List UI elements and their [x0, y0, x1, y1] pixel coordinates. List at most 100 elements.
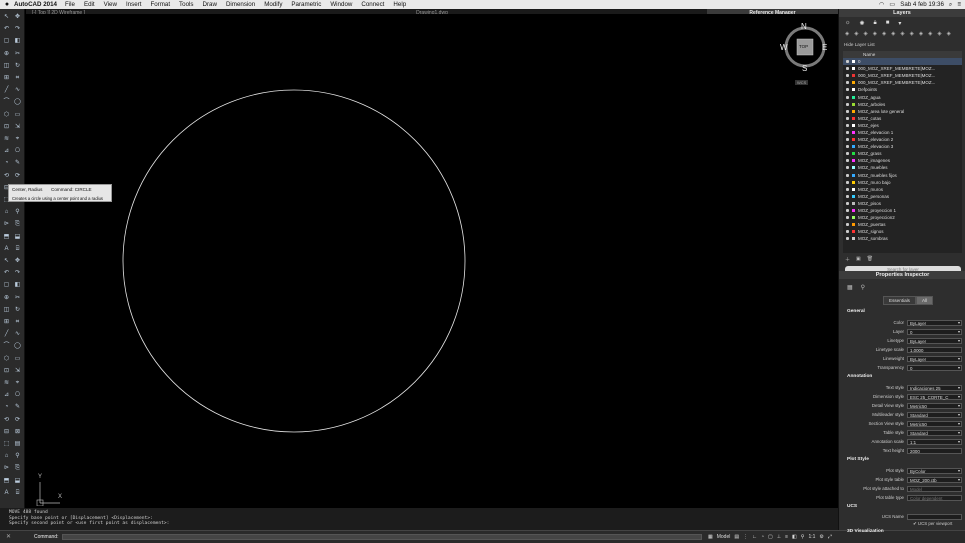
layer-row[interactable]: MOZ_muebles: [843, 164, 962, 171]
tab-all[interactable]: All: [915, 296, 934, 305]
tool-37-icon[interactable]: ⬒: [2, 233, 11, 242]
tool-50-icon[interactable]: ↻: [13, 306, 22, 315]
tool-15-icon[interactable]: ⌒: [2, 98, 11, 107]
layer-color-swatch[interactable]: [852, 166, 855, 170]
color-icon[interactable]: ■: [886, 20, 890, 27]
tool-23-icon[interactable]: ⊿: [2, 147, 11, 156]
viewcube-face-top[interactable]: TOP: [799, 44, 808, 49]
tool-40-icon[interactable]: ⌸: [13, 245, 22, 254]
annotation-visibility-icon[interactable]: ⚲: [801, 534, 805, 540]
menu-file[interactable]: File: [65, 1, 75, 8]
compass-east[interactable]: E: [822, 43, 827, 52]
layer-visibility-icon[interactable]: [846, 223, 849, 227]
layer-tool-11-icon[interactable]: ◈: [937, 31, 941, 37]
tool-21-icon[interactable]: ≋: [2, 135, 11, 144]
layer-color-swatch[interactable]: [852, 88, 855, 92]
new-layer-icon[interactable]: ＋: [845, 256, 850, 263]
layer-visibility-icon[interactable]: [846, 194, 849, 198]
section-plot-style[interactable]: Plot Style: [847, 457, 869, 462]
tool-1-icon[interactable]: ↖: [2, 13, 11, 22]
layer-tool-3-icon[interactable]: ◈: [863, 31, 867, 37]
layer-color-swatch[interactable]: [852, 209, 855, 213]
layer-tool-12-icon[interactable]: ◈: [947, 31, 951, 37]
tool-47-icon[interactable]: ⊕: [2, 294, 11, 303]
layer-tool-6-icon[interactable]: ◈: [891, 31, 895, 37]
layer-visibility-icon[interactable]: [846, 152, 849, 156]
layer-row[interactable]: MOZ_grass: [843, 150, 962, 157]
layer-row[interactable]: MOZ_proyeccion2: [843, 214, 962, 221]
tool-64-icon[interactable]: ⎔: [13, 391, 22, 400]
tool-5-icon[interactable]: ▢: [2, 37, 11, 46]
layer-color-swatch[interactable]: [852, 194, 855, 198]
layer-row[interactable]: 000_MOZ_XREF_MEMBRETE|MOZ...: [843, 79, 962, 86]
tool-20-icon[interactable]: ⇲: [13, 123, 22, 132]
tool-4-icon[interactable]: ↷: [13, 25, 22, 34]
quick-select-icon[interactable]: ⚲: [861, 284, 865, 291]
tool-66-icon[interactable]: ✎: [13, 403, 22, 412]
lock-icon[interactable]: 🔒︎: [874, 20, 877, 27]
tool-41-icon[interactable]: ↖: [2, 257, 11, 266]
layer-visibility-icon[interactable]: [846, 123, 849, 127]
tool-77-icon[interactable]: ⬒: [2, 477, 11, 486]
command-close-icon[interactable]: ✕: [6, 533, 11, 540]
layer-visibility-icon[interactable]: [846, 102, 849, 106]
layer-visibility-icon[interactable]: [846, 95, 849, 99]
layer-visibility-icon[interactable]: [846, 74, 849, 78]
tool-26-icon[interactable]: ✎: [13, 159, 22, 168]
tool-42-icon[interactable]: ✥: [13, 257, 22, 266]
clock[interactable]: Sab 4 feb 19:36: [900, 1, 944, 8]
tool-45-icon[interactable]: ▢: [2, 281, 11, 290]
tool-43-icon[interactable]: ↶: [2, 269, 11, 278]
tool-7-icon[interactable]: ⊕: [2, 50, 11, 59]
tool-65-icon[interactable]: ◔: [2, 403, 11, 412]
tool-55-icon[interactable]: ⌒: [2, 342, 11, 351]
tool-2-icon[interactable]: ✥: [13, 13, 22, 22]
layer-visibility-icon[interactable]: [846, 81, 849, 85]
viewcube[interactable]: N S E W TOP WCS: [780, 21, 830, 85]
layer-row[interactable]: MOZ_elevacion 1: [843, 129, 962, 136]
tool-38-icon[interactable]: ⬓: [13, 233, 22, 242]
hide-layer-list-toggle[interactable]: Hide Layer List: [844, 42, 875, 47]
tool-59-icon[interactable]: ⊡: [2, 367, 11, 376]
tool-36-icon[interactable]: ⎘: [13, 220, 22, 229]
layer-color-swatch[interactable]: [852, 145, 855, 149]
menu-tools[interactable]: Tools: [179, 1, 193, 8]
layer-row[interactable]: MOZ_elevacion 3: [843, 143, 962, 150]
sun-icon[interactable]: ✺: [860, 20, 865, 27]
layer-row[interactable]: MOZ_signos: [843, 228, 962, 235]
battery-icon[interactable]: ▭: [889, 1, 895, 8]
menu-view[interactable]: View: [104, 1, 117, 8]
tool-24-icon[interactable]: ⎔: [13, 147, 22, 156]
tool-28-icon[interactable]: ⟳: [13, 172, 22, 181]
tool-80-icon[interactable]: ⌸: [13, 489, 22, 498]
tool-71-icon[interactable]: ⬚: [2, 440, 11, 449]
annotation-scale[interactable]: 1:1: [808, 534, 815, 540]
tool-73-icon[interactable]: ⌂: [2, 452, 11, 461]
layer-color-swatch[interactable]: [852, 237, 855, 241]
fullscreen-icon[interactable]: ⤢: [828, 534, 832, 540]
tool-9-icon[interactable]: ◫: [2, 62, 11, 71]
layer-visibility-icon[interactable]: [846, 130, 849, 134]
tool-44-icon[interactable]: ↷: [13, 269, 22, 278]
tool-79-icon[interactable]: A: [2, 489, 11, 498]
wcs-menu[interactable]: WCS: [795, 80, 809, 85]
layer-visibility-icon[interactable]: [846, 187, 849, 191]
tool-13-icon[interactable]: ╱: [2, 86, 11, 95]
tool-53-icon[interactable]: ╱: [2, 330, 11, 339]
drawing-canvas[interactable]: [26, 14, 838, 508]
apple-icon[interactable]: ●: [0, 1, 14, 8]
tool-3-icon[interactable]: ↶: [2, 25, 11, 34]
snap-icon[interactable]: ⋮: [743, 534, 748, 540]
delete-layer-icon[interactable]: 🗑︎: [867, 256, 873, 263]
tool-49-icon[interactable]: ◫: [2, 306, 11, 315]
layer-row[interactable]: MOZ_area lote general: [843, 108, 962, 115]
layer-row[interactable]: 000_MOZ_XREF_MEMBRETE|MOZ...: [843, 72, 962, 79]
menu-format[interactable]: Format: [150, 1, 170, 8]
tool-12-icon[interactable]: ⌗: [13, 74, 22, 83]
ucs-per-viewport-checkbox[interactable]: ✔ UCS per viewport: [913, 521, 952, 527]
layer-color-swatch[interactable]: [852, 67, 855, 71]
layer-color-swatch[interactable]: [852, 130, 855, 134]
tool-18-icon[interactable]: ▭: [13, 111, 22, 120]
tool-17-icon[interactable]: ⬡: [2, 111, 11, 120]
layer-row[interactable]: MOZ_cotas: [843, 115, 962, 122]
